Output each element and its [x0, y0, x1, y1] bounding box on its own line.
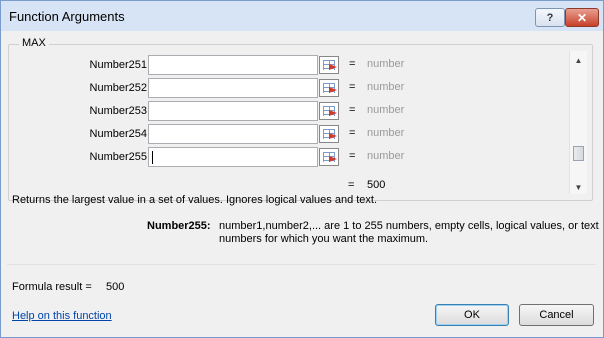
argument-equals: =: [349, 127, 356, 139]
argument-hint: number: [367, 127, 405, 139]
argument-hint: number: [367, 150, 405, 162]
argument-hint: number: [367, 81, 405, 93]
cancel-button[interactable]: Cancel: [519, 304, 594, 326]
argument-input[interactable]: [148, 78, 318, 98]
title-bar: Function Arguments ? ✕: [1, 1, 603, 31]
argument-input[interactable]: [148, 101, 318, 121]
arguments-scrollbar[interactable]: ▲ ▼: [569, 51, 587, 194]
collapse-dialog-icon[interactable]: [319, 102, 339, 120]
argument-row: Number251 = number: [9, 55, 569, 77]
argument-input-focused[interactable]: [148, 147, 318, 167]
formula-result-label: Formula result =: [12, 281, 92, 293]
collapse-dialog-icon[interactable]: [319, 148, 339, 166]
parameter-name: Number255:: [147, 220, 211, 232]
argument-label: Number252: [89, 82, 147, 94]
function-name-label: MAX: [19, 37, 49, 49]
formula-result-value: 500: [106, 281, 125, 293]
argument-hint: number: [367, 58, 405, 70]
ok-button[interactable]: OK: [435, 304, 509, 326]
argument-label: Number251: [89, 59, 147, 71]
arguments-group: MAX Number251 = number Number252 = numbe…: [8, 37, 593, 201]
scroll-up-icon[interactable]: ▲: [570, 53, 587, 67]
collapse-dialog-icon[interactable]: [319, 79, 339, 97]
dialog-title: Function Arguments: [9, 9, 125, 24]
divider: [7, 264, 596, 265]
argument-label: Number255: [89, 151, 147, 163]
argument-row: Number253 = number: [9, 101, 569, 123]
collapse-dialog-icon[interactable]: [319, 56, 339, 74]
argument-input[interactable]: [148, 124, 318, 144]
result-value: 500: [367, 179, 386, 191]
help-button[interactable]: ?: [535, 8, 565, 27]
argument-label: Number254: [89, 128, 147, 140]
argument-equals: =: [349, 81, 356, 93]
argument-equals: =: [349, 150, 356, 162]
collapse-dialog-icon[interactable]: [319, 125, 339, 143]
close-button[interactable]: ✕: [565, 8, 599, 27]
argument-row: Number255 = number: [9, 147, 569, 169]
help-on-function-link[interactable]: Help on this function: [12, 310, 112, 322]
function-description: Returns the largest value in a set of va…: [12, 194, 378, 206]
dialog-body: MAX Number251 = number Number252 = numbe…: [1, 31, 603, 337]
argument-label: Number253: [89, 105, 147, 117]
scroll-thumb[interactable]: [573, 146, 584, 161]
argument-row: Number254 = number: [9, 124, 569, 146]
result-equals: =: [348, 179, 355, 191]
argument-hint: number: [367, 104, 405, 116]
function-arguments-dialog: Function Arguments ? ✕ MAX Number251 = n…: [0, 0, 604, 338]
argument-input[interactable]: [148, 55, 318, 75]
argument-equals: =: [349, 58, 356, 70]
argument-row: Number252 = number: [9, 78, 569, 100]
scroll-down-icon[interactable]: ▼: [570, 180, 587, 194]
argument-equals: =: [349, 104, 356, 116]
parameter-description: number1,number2,... are 1 to 255 numbers…: [219, 220, 599, 245]
